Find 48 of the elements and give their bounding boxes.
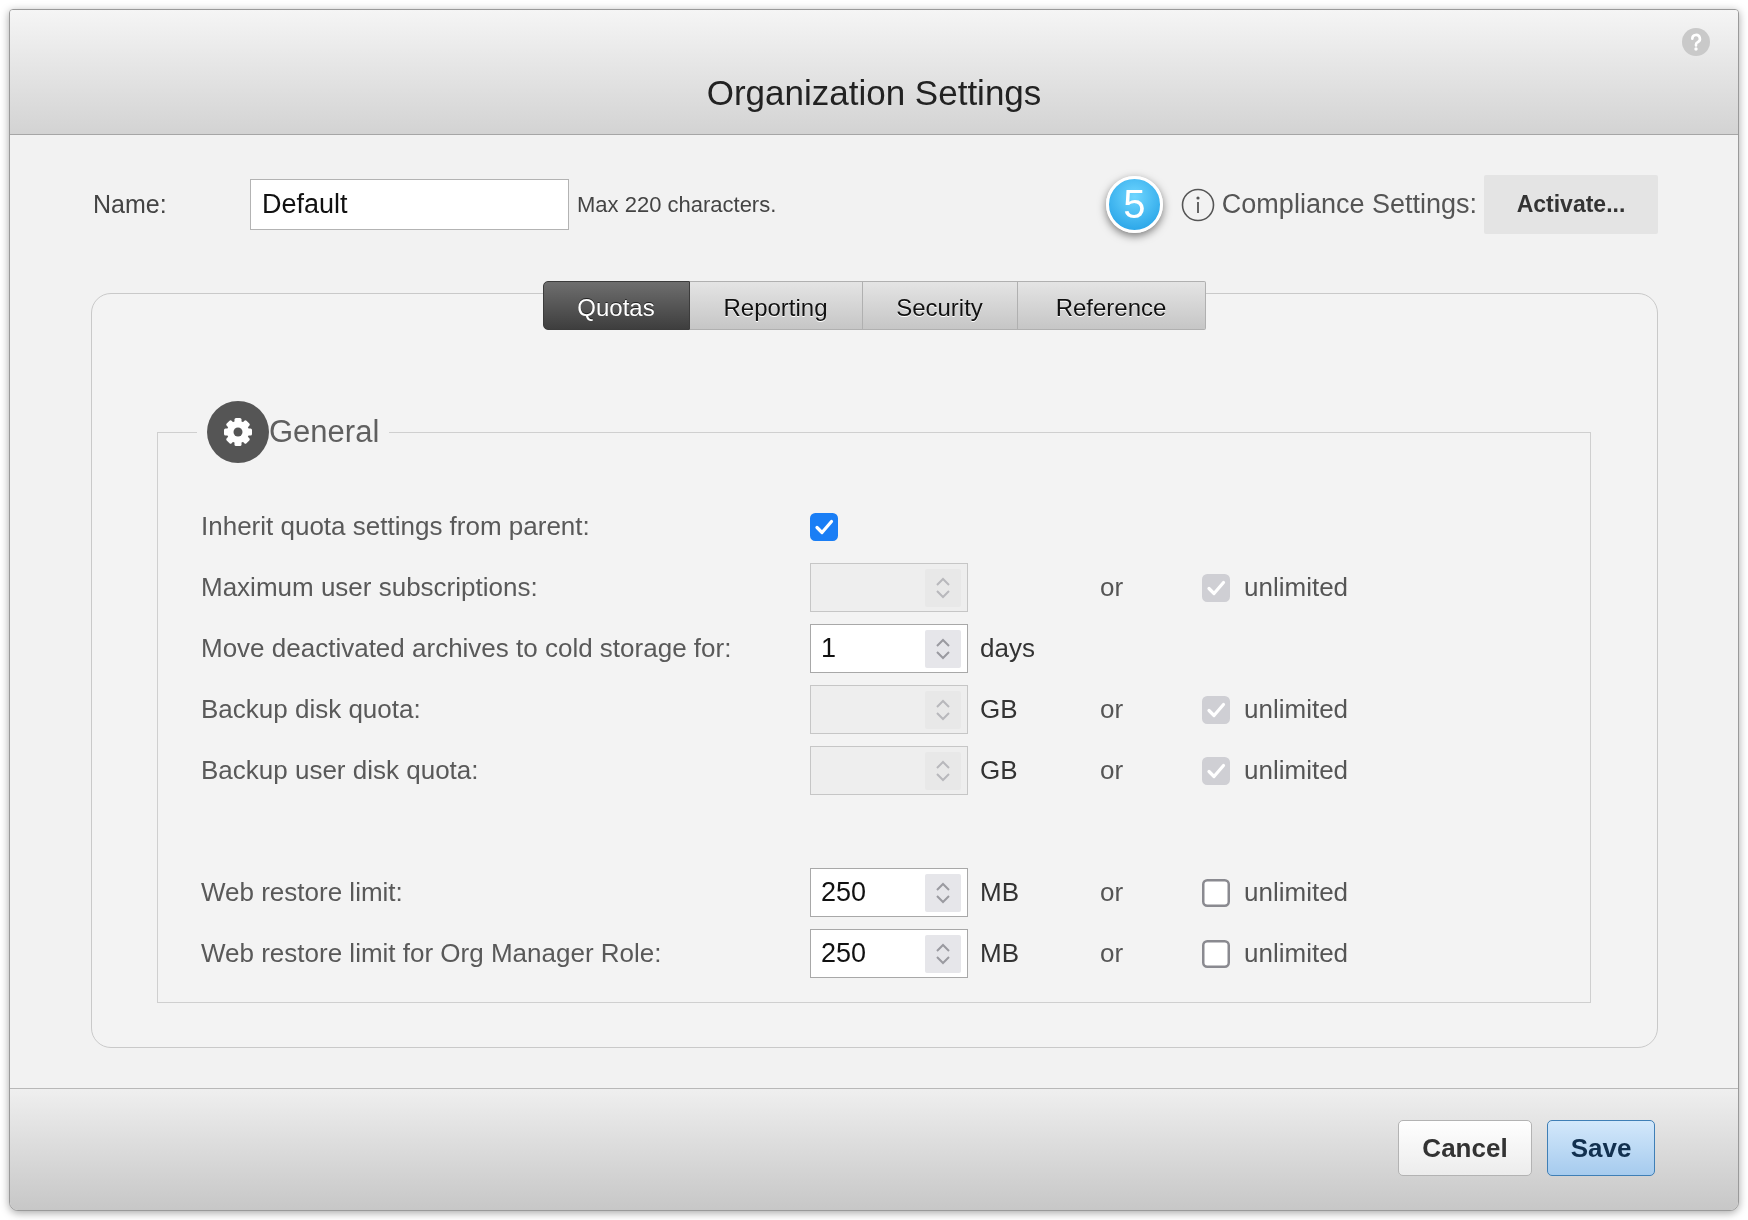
checkbox-label: unlimited xyxy=(1244,877,1350,908)
up-down-chevron-icon[interactable] xyxy=(925,934,961,973)
unit-label: days xyxy=(979,633,1036,664)
compliance-label: Compliance Settings: xyxy=(1221,189,1477,220)
tab[interactable]: Reference xyxy=(1017,281,1206,330)
or-label: or xyxy=(1100,694,1125,725)
or-label: or xyxy=(1100,572,1125,603)
number-field[interactable]: 250 xyxy=(810,929,968,978)
field-label: Inherit quota settings from parent: xyxy=(201,511,591,542)
up-down-chevron-icon[interactable] xyxy=(925,873,961,912)
field-label: Maximum user subscriptions: xyxy=(201,572,539,603)
info-icon[interactable] xyxy=(1180,187,1215,222)
up-down-chevron-icon[interactable] xyxy=(925,629,961,668)
name-field[interactable]: Default xyxy=(250,179,569,230)
unit-label: MB xyxy=(979,938,1020,969)
cancel-button[interactable]: Cancel xyxy=(1398,1120,1532,1176)
checkbox[interactable] xyxy=(1202,878,1230,907)
checkbox-label: unlimited xyxy=(1244,572,1350,603)
step-badge: 5 xyxy=(1105,176,1163,233)
field-label: Web restore limit for Org Manager Role: xyxy=(201,938,663,969)
checkbox-label: unlimited xyxy=(1244,694,1350,725)
tab[interactable]: Security xyxy=(862,281,1018,330)
gear-icon xyxy=(207,401,269,463)
unit-label: GB xyxy=(979,755,1019,786)
tab[interactable]: Reporting xyxy=(689,281,863,330)
checkbox[interactable] xyxy=(810,512,838,541)
field-label: Backup disk quota: xyxy=(201,694,422,725)
field-label: Web restore limit: xyxy=(201,877,404,908)
name-label: Name: xyxy=(92,190,168,219)
checkbox[interactable] xyxy=(1202,939,1230,968)
number-field[interactable]: 1 xyxy=(810,624,968,673)
hint-text: Max 220 characters. xyxy=(577,191,777,218)
help-icon[interactable] xyxy=(1682,28,1710,56)
checkbox-label: unlimited xyxy=(1244,755,1350,786)
unit-label: MB xyxy=(979,877,1020,908)
or-label: or xyxy=(1100,755,1125,786)
dialog-title: Organization Settings xyxy=(706,73,1042,113)
field-label: Move deactivated archives to cold storage for: xyxy=(201,633,733,664)
section-title: General xyxy=(269,414,380,450)
or-label: or xyxy=(1100,938,1125,969)
unit-label: GB xyxy=(979,694,1019,725)
or-label: or xyxy=(1100,877,1125,908)
number-field[interactable]: 250 xyxy=(810,868,968,917)
field-label: Backup user disk quota: xyxy=(201,755,480,786)
activate-button[interactable]: Activate... xyxy=(1484,175,1658,234)
tab[interactable]: Quotas xyxy=(542,281,690,330)
save-button[interactable]: Save xyxy=(1547,1120,1655,1176)
checkbox-label: unlimited xyxy=(1244,938,1350,969)
